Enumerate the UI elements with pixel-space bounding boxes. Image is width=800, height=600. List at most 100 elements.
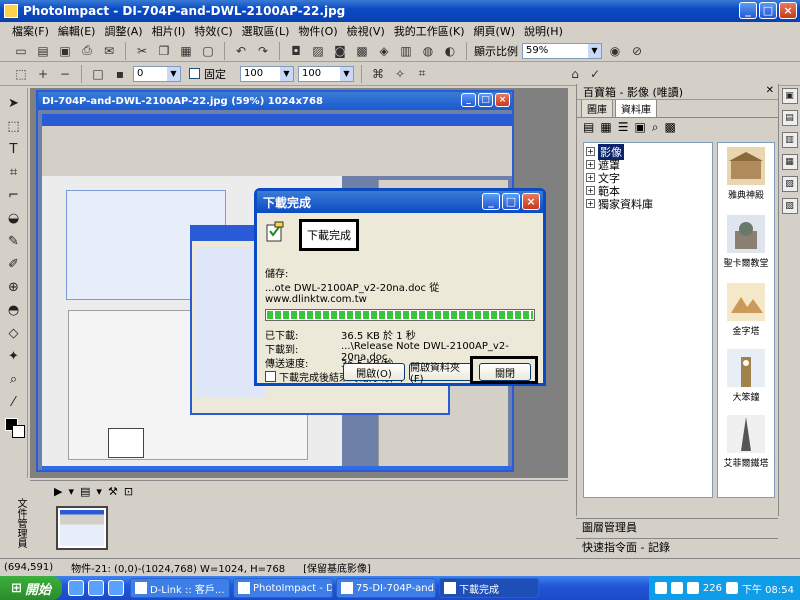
menu-effect[interactable]: 特效(C) [194, 23, 232, 39]
dropdown2-icon[interactable]: ▾ [96, 485, 102, 498]
undo-icon[interactable]: ↶ [232, 42, 250, 60]
new-icon[interactable]: ▭ [12, 42, 30, 60]
close-on-complete-checkbox[interactable] [265, 371, 276, 382]
tool-a-icon[interactable]: ⚒ [108, 485, 118, 498]
redo-icon[interactable]: ↷ [254, 42, 272, 60]
open-button[interactable]: 開啟(O) [343, 363, 405, 381]
menu-help[interactable]: 說明(H) [524, 23, 563, 39]
view-icon[interactable]: ▤ [80, 485, 90, 498]
media-icon[interactable] [88, 580, 104, 596]
menu-object[interactable]: 物件(O) [298, 23, 337, 39]
selection-tool-icon[interactable]: ⬚ [12, 65, 30, 83]
dropdown-icon[interactable]: ▾ [68, 485, 74, 498]
cut-icon[interactable]: ✂ [133, 42, 151, 60]
tray-volume-icon[interactable] [670, 582, 683, 594]
document-thumbnail[interactable] [56, 506, 108, 550]
select-tool-icon[interactable]: ⬚ [5, 117, 23, 135]
menu-view[interactable]: 檢視(V) [347, 23, 385, 39]
search-icon[interactable]: ⌕ [652, 120, 659, 135]
eyedropper-tool-icon[interactable]: ⁄ [5, 393, 23, 411]
magic-wand-icon[interactable]: ✧ [391, 65, 409, 83]
tray-security-icon[interactable] [686, 582, 699, 594]
ie-icon[interactable] [68, 580, 84, 596]
dialog-minimize-button[interactable]: _ [482, 193, 500, 210]
menu-adjust[interactable]: 調整(A) [104, 23, 142, 39]
doc-minimize-button[interactable]: _ [461, 93, 476, 107]
doc-close-button[interactable]: × [495, 93, 510, 107]
task-folder[interactable]: 75-DI-704P-and... [336, 578, 436, 598]
fill-tool-icon[interactable]: ◒ [5, 209, 23, 227]
properties-icon[interactable]: ▩ [665, 120, 676, 134]
panel-doc-icon[interactable]: ▥ [781, 132, 798, 148]
panel-mask-icon[interactable]: ▦ [781, 154, 798, 170]
mail-icon[interactable]: ✉ [100, 42, 118, 60]
delete-icon[interactable]: ▢ [199, 42, 217, 60]
soft-edge-icon[interactable]: ▪ [111, 65, 129, 83]
copy-icon[interactable]: ❐ [155, 42, 173, 60]
menu-workspace[interactable]: 我的工作區(K) [394, 23, 465, 39]
start-button[interactable]: ⊞ 開始 [0, 576, 62, 600]
grid-icon[interactable]: ▦ [600, 120, 611, 134]
paste-icon[interactable]: ▦ [177, 42, 195, 60]
menu-selection[interactable]: 選取區(L) [242, 23, 290, 39]
doc-maximize-button[interactable]: □ [478, 93, 493, 107]
panel-toggle-icon[interactable]: ▣ [781, 88, 798, 104]
scan-icon[interactable]: ▨ [309, 42, 327, 60]
print-icon[interactable]: ⎙ [78, 42, 96, 60]
capture-icon[interactable]: ◙ [331, 42, 349, 60]
transform-tool-icon[interactable]: ⌗ [5, 163, 23, 181]
menu-file[interactable]: 檔案(F) [12, 23, 49, 39]
open-folder-button[interactable]: 開啟資料夾(F) [409, 363, 473, 385]
clone-tool-icon[interactable]: ⊕ [5, 278, 23, 296]
panel-close-icon[interactable]: ✕ [766, 85, 774, 96]
task-dlink[interactable]: D-Link :: 客戶... [130, 578, 230, 598]
color-swatch[interactable] [3, 416, 25, 438]
gallery-item[interactable]: 大笨鐘 [723, 349, 769, 403]
value-field[interactable]: 0 ▼ [133, 65, 181, 82]
retouch-tool-icon[interactable]: ◓ [5, 301, 23, 319]
height-field[interactable]: 100 ▼ [298, 65, 354, 82]
transform-icon[interactable]: ⌗ [413, 65, 431, 83]
thumb-icon[interactable]: ▣ [634, 120, 645, 134]
help-icon[interactable]: ⊘ [628, 42, 646, 60]
panel-layer-icon[interactable]: ▤ [781, 110, 798, 126]
tab-gallery[interactable]: 圖庫 [581, 99, 613, 117]
open-icon[interactable]: ▤ [34, 42, 52, 60]
dialog-close-button[interactable]: × [522, 193, 540, 210]
panel-history-icon[interactable]: ▨ [781, 198, 798, 214]
desktop-icon[interactable] [108, 580, 124, 596]
minimize-button[interactable]: _ [739, 2, 757, 19]
close-button[interactable]: × [779, 2, 797, 19]
tray-network-icon[interactable] [654, 582, 667, 594]
subtract-icon[interactable]: − [56, 65, 74, 83]
lock-icon[interactable]: ⌂ [566, 65, 584, 83]
menu-photo[interactable]: 相片(I) [152, 23, 186, 39]
save-icon[interactable]: ▣ [56, 42, 74, 60]
library-icon[interactable]: ▤ [583, 120, 594, 134]
crop-tool-icon[interactable]: ⌐ [5, 186, 23, 204]
menu-web[interactable]: 網頁(W) [474, 23, 515, 39]
panel-effect-icon[interactable]: ▧ [781, 176, 798, 192]
fixed-checkbox[interactable] [189, 68, 200, 79]
path-tool-icon[interactable]: ✦ [5, 347, 23, 365]
menu-edit[interactable]: 編輯(E) [58, 23, 96, 39]
gallery-item[interactable]: 金字塔 [723, 283, 769, 337]
paint-tool-icon[interactable]: ✐ [5, 255, 23, 273]
zoom-select[interactable]: 59% ▼ [522, 42, 602, 59]
palette-icon[interactable]: ◐ [441, 42, 459, 60]
task-download[interactable]: 下載完成 [439, 578, 539, 598]
gallery-item[interactable]: 聖卡爾教堂 [723, 215, 769, 269]
pick-tool-icon[interactable]: ➤ [5, 94, 23, 112]
tree-item-exclusive[interactable]: + 獨家資料庫 [586, 197, 710, 211]
text-tool-icon[interactable]: T [5, 140, 23, 158]
rect-mode-icon[interactable]: □ [89, 65, 107, 83]
frame-icon[interactable]: ▥ [397, 42, 415, 60]
dialog-maximize-button[interactable]: □ [502, 193, 520, 210]
image-icon[interactable]: ▩ [353, 42, 371, 60]
layer-manager-bar[interactable]: 圖層管理員 [576, 518, 778, 534]
gallery-item[interactable]: 艾菲爾鐵塔 [723, 415, 769, 469]
zoom-tool-icon[interactable]: ⌕ [5, 370, 23, 388]
list-icon[interactable]: ☰ [618, 120, 629, 134]
clock[interactable]: 下午 08:54 [742, 581, 794, 596]
tab-library[interactable]: 資料庫 [615, 99, 657, 117]
